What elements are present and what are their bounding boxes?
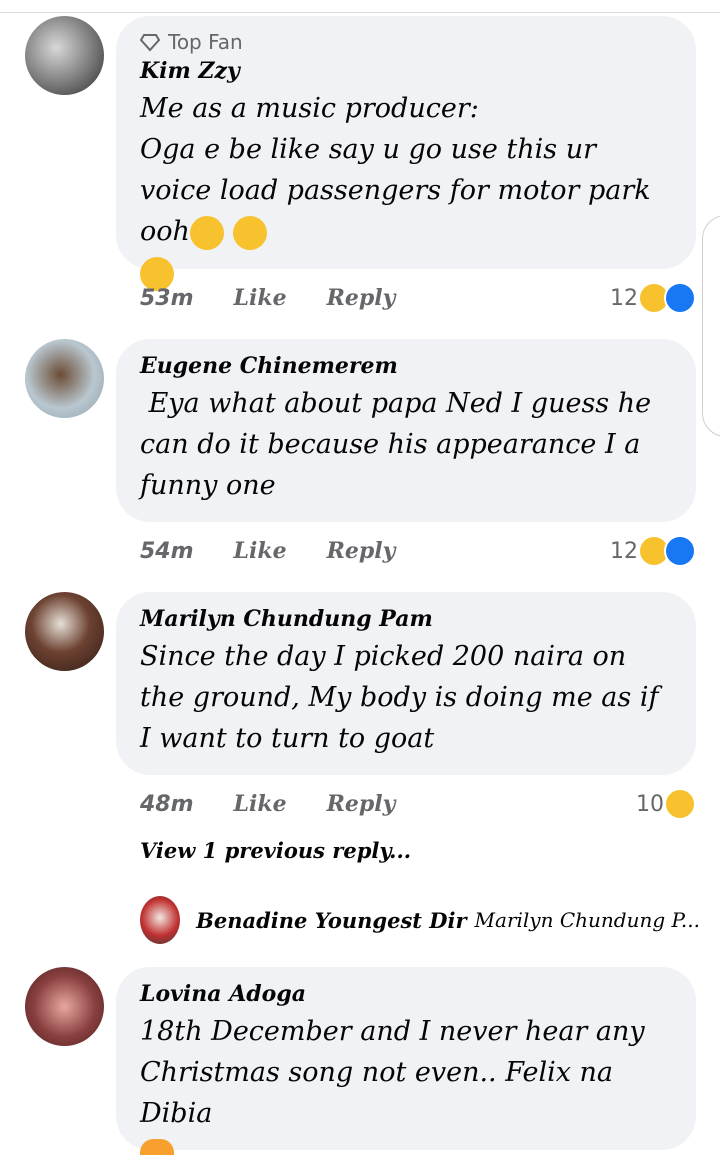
like-icon (664, 282, 696, 314)
reply-preview[interactable]: Benadine Youngest Dir Marilyn Chundung P… (140, 895, 700, 945)
avatar[interactable] (25, 339, 104, 418)
reaction-summary[interactable]: 12 (610, 282, 696, 314)
comment-author[interactable]: Marilyn Chundung Pam (140, 606, 672, 632)
like-button[interactable]: Like (234, 791, 287, 817)
comment-bubble[interactable]: Eugene Chinemerem Eya what about papa Ne… (116, 339, 696, 522)
comment-author[interactable]: Lovina Adoga (140, 981, 672, 1007)
reaction-summary[interactable]: 12 (610, 535, 696, 567)
reply-author[interactable]: Benadine Youngest Dir (196, 908, 466, 933)
comment-bubble[interactable]: Marilyn Chundung Pam Since the day I pic… (116, 592, 696, 775)
comment-text: 18th December and I never hear any Chris… (140, 1016, 654, 1129)
reaction-count: 10 (636, 791, 664, 817)
haha-icon (664, 788, 696, 820)
reply-button[interactable]: Reply (327, 285, 396, 311)
reaction-summary[interactable]: 10 (636, 788, 696, 820)
top-divider (0, 12, 720, 13)
comment-bubble[interactable]: Top Fan Kim Zzy Me as a music producer: … (116, 16, 696, 291)
eye-roll-emoji (189, 215, 224, 250)
reaction-count: 12 (610, 285, 638, 311)
side-scroll-handle[interactable] (702, 215, 720, 437)
reaction-count: 12 (610, 538, 638, 564)
avatar[interactable] (25, 967, 104, 1046)
avatar[interactable] (140, 896, 181, 944)
reply-button[interactable]: Reply (327, 538, 396, 564)
comment-author[interactable]: Eugene Chinemerem (140, 353, 672, 379)
badge-label: Top Fan (168, 30, 243, 54)
comment-bubble[interactable]: Lovina Adoga 18th December and I never h… (116, 967, 696, 1155)
comment-text: Since the day I picked 200 naira on the … (140, 641, 668, 754)
like-button[interactable]: Like (234, 285, 287, 311)
reply-button[interactable]: Reply (327, 791, 396, 817)
comment-time[interactable]: 54m (140, 539, 194, 564)
comment-actions: 48m Like Reply 10 (140, 788, 696, 820)
comment-actions: 53m Like Reply 12 (140, 282, 696, 314)
facepalm-emoji (140, 1138, 174, 1155)
avatar[interactable] (25, 16, 104, 95)
reply-text: Marilyn Chundung P... (474, 908, 700, 932)
comment-author[interactable]: Kim Zzy (140, 58, 672, 84)
diamond-icon (140, 34, 160, 52)
eye-roll-emoji (232, 215, 267, 250)
comment-actions: 54m Like Reply 12 (140, 535, 696, 567)
avatar[interactable] (25, 592, 104, 671)
top-fan-badge: Top Fan (140, 30, 672, 54)
like-button[interactable]: Like (234, 538, 287, 564)
comment-time[interactable]: 53m (140, 286, 194, 311)
comment-time[interactable]: 48m (140, 792, 194, 817)
comment-text: Eya what about papa Ned I guess he can d… (140, 388, 660, 501)
view-previous-replies-link[interactable]: View 1 previous reply... (140, 838, 411, 863)
like-icon (664, 535, 696, 567)
